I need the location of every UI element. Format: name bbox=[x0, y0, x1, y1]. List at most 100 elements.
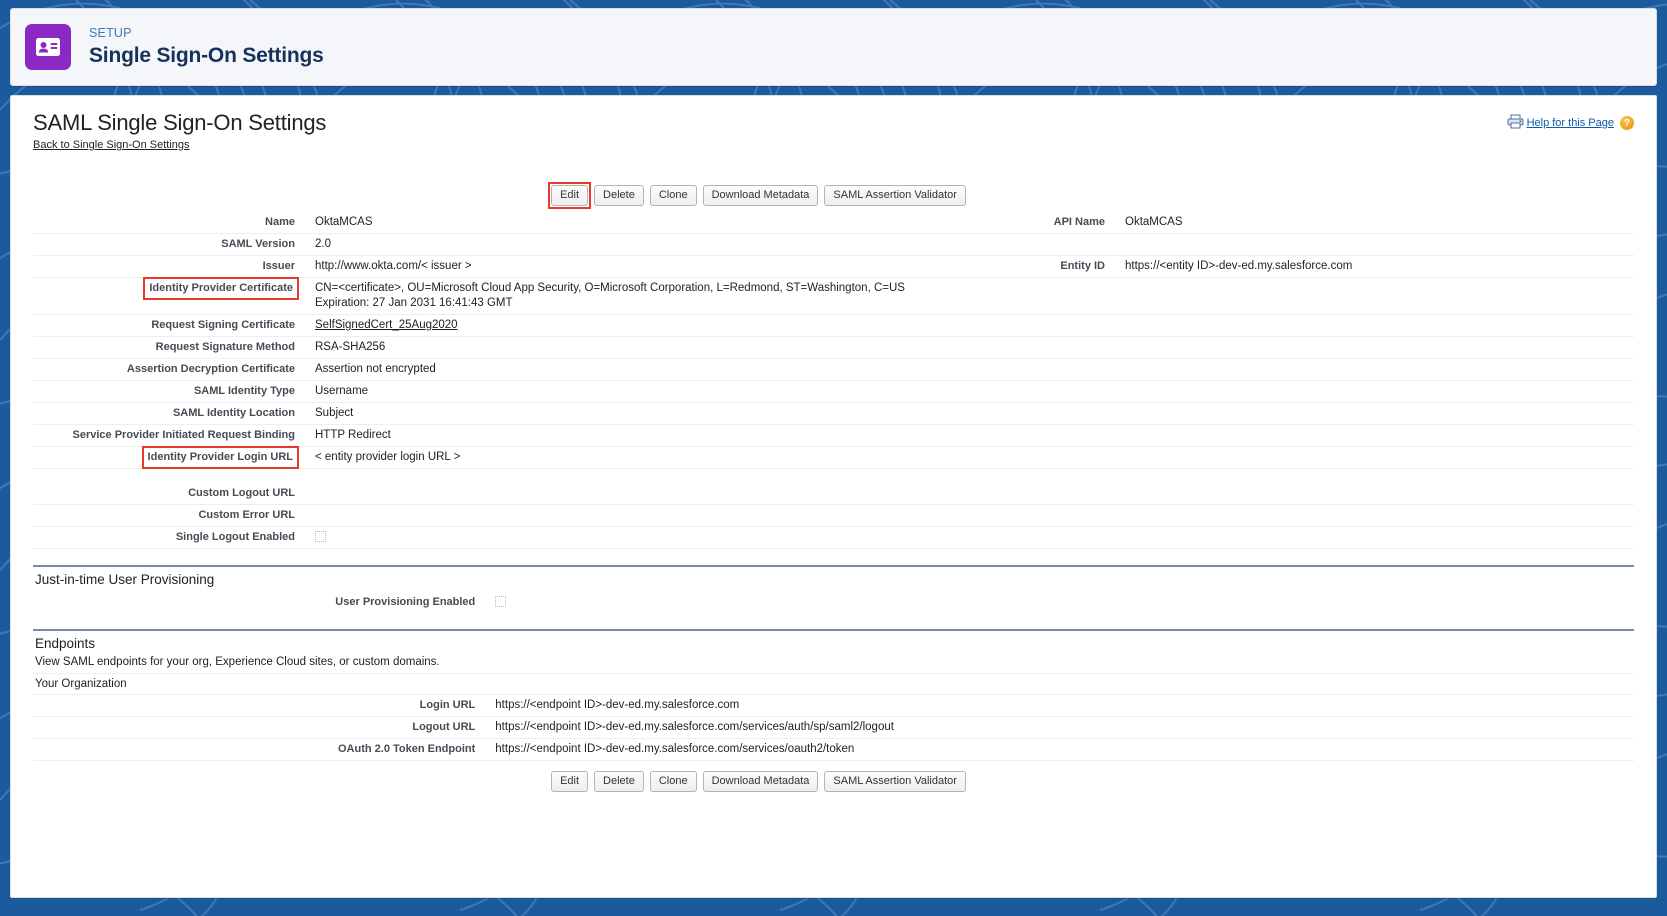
login-url-label: Login URL bbox=[33, 695, 483, 717]
download-metadata-button[interactable]: Download Metadata bbox=[703, 185, 819, 206]
custom-error-url-value bbox=[303, 504, 993, 526]
saml-assertion-validator-button[interactable]: SAML Assertion Validator bbox=[824, 185, 966, 206]
clone-button[interactable]: Clone bbox=[650, 185, 697, 206]
issuer-value: http://www.okta.com/< issuer > bbox=[303, 256, 993, 278]
empty-value-cell-2 bbox=[1113, 278, 1634, 315]
table-row-saml-version: SAML Version 2.0 bbox=[33, 234, 1634, 256]
custom-error-url-label: Custom Error URL bbox=[33, 504, 303, 526]
clone-button-bottom[interactable]: Clone bbox=[650, 771, 697, 792]
table-row-sp-request-binding: Service Provider Initiated Request Bindi… bbox=[33, 425, 1634, 447]
idp-certificate-expiration: Expiration: 27 Jan 2031 16:41:43 GMT bbox=[315, 296, 989, 311]
empty-label-cell-5 bbox=[993, 359, 1113, 381]
logout-url-label: Logout URL bbox=[33, 716, 483, 738]
login-url-value: https://<endpoint ID>-dev-ed.my.salesfor… bbox=[483, 695, 1634, 717]
user-provisioning-enabled-checkbox[interactable] bbox=[495, 596, 506, 607]
main-content-card: SAML Single Sign-On Settings Back to Sin… bbox=[10, 95, 1657, 898]
edit-button-bottom[interactable]: Edit bbox=[551, 771, 588, 792]
action-toolbar-top: Edit Delete Clone Download Metadata SAML… bbox=[33, 185, 1634, 206]
table-row-request-signature-method: Request Signature Method RSA-SHA256 bbox=[33, 337, 1634, 359]
empty-label-cell-7 bbox=[993, 403, 1113, 425]
empty-label-cell-6 bbox=[993, 381, 1113, 403]
user-provisioning-enabled-label: User Provisioning Enabled bbox=[33, 592, 483, 613]
help-block: Help for this Page ? bbox=[1507, 114, 1634, 132]
download-metadata-button-bottom-wrapper: Download Metadata bbox=[703, 771, 819, 792]
table-row-assertion-decryption: Assertion Decryption Certificate Asserti… bbox=[33, 359, 1634, 381]
table-row-idp-login-url: Identity Provider Login URL < entity pro… bbox=[33, 447, 1634, 469]
delete-button-bottom-wrapper: Delete bbox=[594, 771, 644, 792]
table-row-oauth-token-endpoint: OAuth 2.0 Token Endpoint https://<endpoi… bbox=[33, 738, 1634, 760]
empty-label-cell-12 bbox=[993, 526, 1113, 548]
idp-login-url-label: Identity Provider Login URL bbox=[146, 450, 295, 465]
custom-logout-url-value bbox=[303, 483, 993, 505]
table-spacer-cell bbox=[33, 469, 1634, 483]
download-metadata-button-bottom[interactable]: Download Metadata bbox=[703, 771, 819, 792]
table-row-idp-certificate: Identity Provider Certificate CN=<certif… bbox=[33, 278, 1634, 315]
clone-button-wrapper: Clone bbox=[650, 185, 697, 206]
page-title: SAML Single Sign-On Settings bbox=[33, 110, 1634, 136]
user-provisioning-enabled-value-cell bbox=[483, 592, 1634, 613]
endpoints-section: Endpoints View SAML endpoints for your o… bbox=[33, 629, 1634, 761]
empty-value-cell-10 bbox=[1113, 483, 1634, 505]
single-logout-enabled-checkbox[interactable] bbox=[315, 531, 326, 542]
delete-button-bottom[interactable]: Delete bbox=[594, 771, 644, 792]
delete-button[interactable]: Delete bbox=[594, 185, 644, 206]
request-signature-method-label: Request Signature Method bbox=[33, 337, 303, 359]
setup-page-title: Single Sign-On Settings bbox=[89, 44, 324, 67]
empty-value-cell-6 bbox=[1113, 381, 1634, 403]
empty-label-cell-8 bbox=[993, 425, 1113, 447]
help-for-this-page-link[interactable]: Help for this Page bbox=[1527, 117, 1614, 129]
jit-section-title: Just-in-time User Provisioning bbox=[33, 567, 1634, 592]
setup-header: SETUP Single Sign-On Settings bbox=[10, 8, 1657, 86]
request-signature-method-value: RSA-SHA256 bbox=[303, 337, 993, 359]
help-question-icon[interactable]: ? bbox=[1620, 116, 1634, 130]
clone-button-bottom-wrapper: Clone bbox=[650, 771, 697, 792]
table-row-custom-logout-url: Custom Logout URL bbox=[33, 483, 1634, 505]
back-to-sso-settings-link[interactable]: Back to Single Sign-On Settings bbox=[33, 139, 190, 151]
logout-url-value: https://<endpoint ID>-dev-ed.my.salesfor… bbox=[483, 716, 1634, 738]
empty-value-cell-3 bbox=[1113, 315, 1634, 337]
page-header: SAML Single Sign-On Settings Back to Sin… bbox=[33, 110, 1634, 151]
entity-id-value: https://<entity ID>-dev-ed.my.salesforce… bbox=[1113, 256, 1634, 278]
edit-button-bottom-wrapper: Edit bbox=[551, 771, 588, 792]
request-signing-certificate-label: Request Signing Certificate bbox=[33, 315, 303, 337]
empty-label-cell-9 bbox=[993, 447, 1113, 469]
request-signing-certificate-value-cell: SelfSignedCert_25Aug2020 bbox=[303, 315, 993, 337]
api-name-label: API Name bbox=[993, 212, 1113, 234]
request-signing-certificate-link[interactable]: SelfSignedCert_25Aug2020 bbox=[315, 319, 458, 331]
custom-logout-url-label: Custom Logout URL bbox=[33, 483, 303, 505]
action-toolbar-bottom: Edit Delete Clone Download Metadata SAML… bbox=[33, 771, 1634, 792]
entity-id-label: Entity ID bbox=[993, 256, 1113, 278]
saml-assertion-validator-button-bottom[interactable]: SAML Assertion Validator bbox=[824, 771, 966, 792]
empty-label-cell-4 bbox=[993, 337, 1113, 359]
empty-value-cell-11 bbox=[1113, 504, 1634, 526]
empty-label-cell-11 bbox=[993, 504, 1113, 526]
endpoints-section-title: Endpoints bbox=[33, 631, 1634, 656]
table-row-saml-identity-location: SAML Identity Location Subject bbox=[33, 403, 1634, 425]
idp-certificate-label: Identity Provider Certificate bbox=[147, 281, 295, 296]
saml-identity-type-value: Username bbox=[303, 381, 993, 403]
saml-identity-location-value: Subject bbox=[303, 403, 993, 425]
endpoints-group-title: Your Organization bbox=[33, 674, 1634, 695]
name-label: Name bbox=[33, 212, 303, 234]
name-value: OktaMCAS bbox=[303, 212, 993, 234]
empty-value-cell-12 bbox=[1113, 526, 1634, 548]
empty-value-cell-7 bbox=[1113, 403, 1634, 425]
download-metadata-button-wrapper: Download Metadata bbox=[703, 185, 819, 206]
printer-icon[interactable] bbox=[1507, 114, 1524, 132]
saml-identity-type-label: SAML Identity Type bbox=[33, 381, 303, 403]
empty-label-cell-2 bbox=[993, 278, 1113, 315]
edit-button[interactable]: Edit bbox=[551, 185, 588, 206]
setup-eyebrow: SETUP bbox=[89, 27, 324, 41]
saml-detail-table: Name OktaMCAS API Name OktaMCAS SAML Ver… bbox=[33, 212, 1634, 549]
empty-value-cell-8 bbox=[1113, 425, 1634, 447]
table-spacer-row bbox=[33, 469, 1634, 483]
saml-assertion-validator-button-wrapper: SAML Assertion Validator bbox=[824, 185, 966, 206]
sp-initiated-request-binding-value: HTTP Redirect bbox=[303, 425, 993, 447]
empty-value-cell bbox=[1113, 234, 1634, 256]
single-logout-enabled-label: Single Logout Enabled bbox=[33, 526, 303, 548]
saml-version-value: 2.0 bbox=[303, 234, 993, 256]
empty-value-cell-4 bbox=[1113, 337, 1634, 359]
jit-section: Just-in-time User Provisioning User Prov… bbox=[33, 565, 1634, 613]
empty-value-cell-9 bbox=[1113, 447, 1634, 469]
table-row-name: Name OktaMCAS API Name OktaMCAS bbox=[33, 212, 1634, 234]
